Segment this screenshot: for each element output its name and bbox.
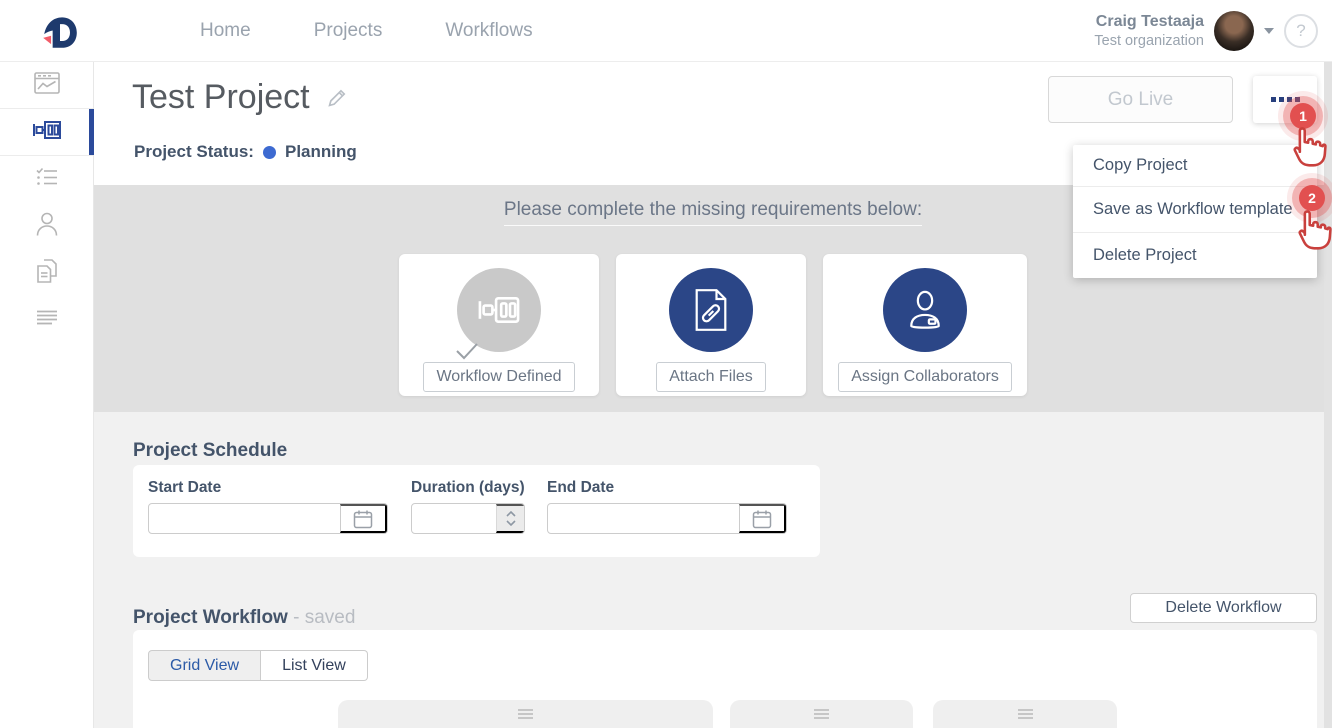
sidebar-item-dashboard[interactable] bbox=[0, 62, 93, 109]
workflow-step-stub[interactable] bbox=[933, 700, 1117, 728]
end-date-calendar-button[interactable] bbox=[739, 504, 786, 533]
check-icon bbox=[455, 342, 479, 365]
user-area: Craig Testaaja Test organization ? bbox=[1094, 0, 1318, 62]
tab-list-view[interactable]: List View bbox=[261, 650, 368, 681]
drag-handle-icon bbox=[933, 709, 1117, 719]
main-nav: Home Projects Workflows bbox=[200, 0, 533, 62]
chevron-up-icon bbox=[506, 511, 516, 517]
sidebar-item-checklist[interactable] bbox=[0, 156, 93, 203]
project-title: Test Project bbox=[132, 78, 310, 117]
requirement-card-assign-collaborators[interactable]: Assign Collaborators bbox=[823, 254, 1027, 396]
nav-workflows[interactable]: Workflows bbox=[445, 20, 532, 42]
workflow-heading: Project Workflow bbox=[133, 607, 288, 628]
page-title: Test Project bbox=[132, 78, 348, 117]
menu-item-delete-project[interactable]: Delete Project bbox=[1073, 233, 1317, 278]
delete-workflow-button[interactable]: Delete Workflow bbox=[1130, 593, 1317, 623]
workflow-step-stub[interactable] bbox=[730, 700, 913, 728]
workflow-defined-icon bbox=[457, 268, 541, 352]
requirement-label[interactable]: Workflow Defined bbox=[423, 362, 574, 392]
documents-icon bbox=[35, 258, 59, 289]
requirement-label[interactable]: Assign Collaborators bbox=[838, 362, 1012, 392]
sidebar-item-logs[interactable] bbox=[0, 297, 93, 344]
calendar-icon bbox=[353, 509, 373, 529]
status-dot-icon bbox=[263, 146, 276, 159]
requirement-label[interactable]: Attach Files bbox=[656, 362, 766, 392]
top-navbar: Home Projects Workflows Craig Testaaja T… bbox=[0, 0, 1332, 62]
click-hand-icon bbox=[1292, 206, 1332, 257]
user-name: Craig Testaaja bbox=[1094, 12, 1204, 32]
checklist-icon bbox=[35, 167, 59, 192]
calendar-icon bbox=[752, 509, 772, 529]
drag-handle-icon bbox=[338, 709, 713, 719]
menu-item-copy-project[interactable]: Copy Project bbox=[1073, 145, 1317, 187]
sidebar-item-people[interactable] bbox=[0, 203, 93, 250]
view-tabs: Grid View List View bbox=[148, 650, 368, 681]
workflow-saved-note: - saved bbox=[293, 607, 355, 628]
workflow-icon bbox=[32, 119, 62, 146]
lines-icon bbox=[36, 310, 58, 331]
start-date-group bbox=[148, 503, 388, 534]
schedule-heading: Project Schedule bbox=[133, 440, 287, 462]
duration-stepper[interactable] bbox=[496, 504, 524, 533]
tab-grid-view[interactable]: Grid View bbox=[148, 650, 261, 681]
end-date-input[interactable] bbox=[548, 504, 739, 533]
edit-pencil-icon[interactable] bbox=[326, 87, 348, 109]
end-date-group bbox=[547, 503, 787, 534]
status-value: Planning bbox=[285, 142, 357, 162]
start-date-calendar-button[interactable] bbox=[340, 504, 387, 533]
project-status-row: Project Status: Planning bbox=[134, 142, 357, 162]
click-hand-icon bbox=[1287, 123, 1327, 174]
user-organization: Test organization bbox=[1094, 32, 1204, 50]
brand-logo-icon[interactable] bbox=[38, 10, 82, 52]
start-date-input[interactable] bbox=[149, 504, 340, 533]
drag-handle-icon bbox=[730, 709, 913, 719]
dashboard-icon bbox=[34, 72, 60, 99]
help-button[interactable]: ? bbox=[1284, 14, 1318, 48]
chevron-down-icon bbox=[506, 520, 516, 526]
user-icon bbox=[35, 211, 59, 242]
end-date-label: End Date bbox=[547, 479, 614, 497]
requirement-card-workflow-defined[interactable]: Workflow Defined bbox=[399, 254, 599, 396]
app-root: Home Projects Workflows Craig Testaaja T… bbox=[0, 0, 1332, 728]
requirement-card-attach-files[interactable]: Attach Files bbox=[616, 254, 806, 396]
requirements-heading: Please complete the missing requirements… bbox=[504, 199, 922, 226]
workflow-heading-row: Project Workflow - saved bbox=[133, 607, 355, 629]
status-label: Project Status: bbox=[134, 142, 254, 162]
duration-label: Duration (days) bbox=[411, 479, 525, 497]
user-text: Craig Testaaja Test organization bbox=[1094, 12, 1204, 50]
sidebar-item-documents[interactable] bbox=[0, 250, 93, 297]
duration-input[interactable] bbox=[412, 504, 496, 533]
nav-projects[interactable]: Projects bbox=[314, 20, 383, 42]
duration-group bbox=[411, 503, 525, 534]
ellipsis-icon bbox=[1271, 97, 1300, 102]
workflow-card: Grid View List View bbox=[133, 630, 1317, 728]
avatar[interactable] bbox=[1214, 11, 1254, 51]
icon-sidebar bbox=[0, 62, 94, 728]
start-date-label: Start Date bbox=[148, 479, 221, 497]
schedule-card: Start Date Duration (days) End Date bbox=[133, 465, 820, 557]
nav-home[interactable]: Home bbox=[200, 20, 251, 42]
chevron-down-icon[interactable] bbox=[1264, 28, 1274, 34]
workflow-step-stub[interactable] bbox=[338, 700, 713, 728]
project-options-menu: Copy Project Save as Workflow template D… bbox=[1073, 145, 1317, 278]
go-live-button[interactable]: Go Live bbox=[1048, 76, 1233, 123]
attach-files-icon bbox=[669, 268, 753, 352]
sidebar-item-workflows[interactable] bbox=[0, 109, 93, 156]
menu-item-save-as-workflow-template[interactable]: Save as Workflow template bbox=[1073, 187, 1317, 233]
assign-collaborators-icon bbox=[883, 268, 967, 352]
